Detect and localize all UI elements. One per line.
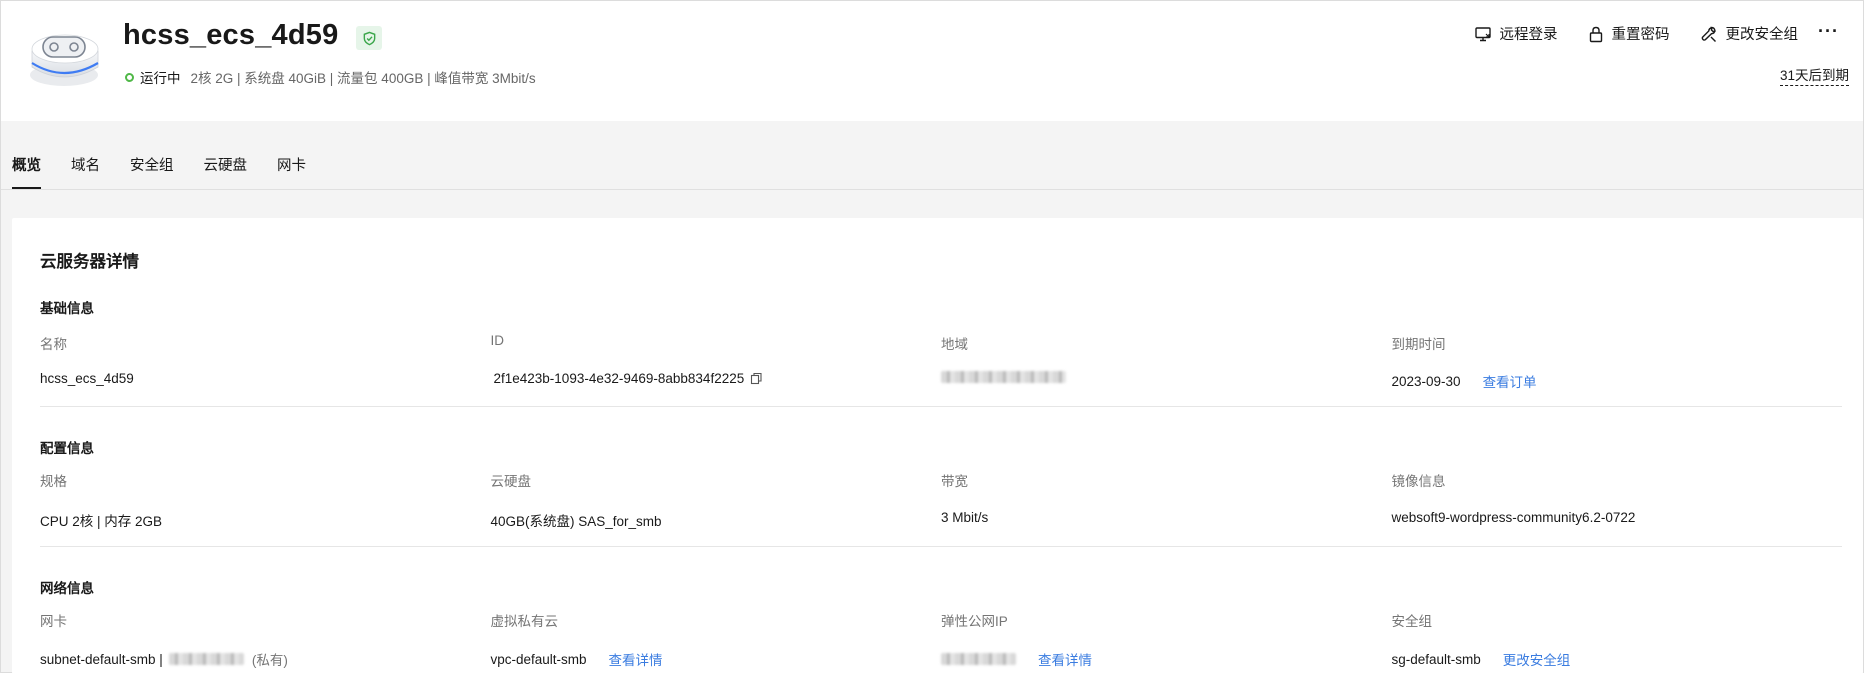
- monitor-icon: [1474, 26, 1491, 41]
- network-info-title: 网络信息: [40, 581, 94, 596]
- tab-bar: 概览 域名 安全组 云硬盘 网卡: [1, 121, 1863, 190]
- status-running-icon: [125, 72, 134, 82]
- image-label: 镜像信息: [1391, 474, 1446, 489]
- change-security-group-button[interactable]: 更改安全组: [1700, 23, 1798, 44]
- page: hcss_ecs_4d59 运行中 2核 2G | 系统盘 40GiB | 流量…: [0, 0, 1864, 673]
- spec-summary: 2核 2G | 系统盘 40GiB | 流量包 400GB | 峰值带宽 3Mb…: [190, 71, 536, 86]
- expire-label: 到期时间: [1391, 337, 1446, 352]
- change-sg-link[interactable]: 更改安全组: [1503, 649, 1571, 669]
- nic-value: subnet-default-smb |: [40, 651, 163, 667]
- server-detail-card: 云服务器详情 基础信息 名称 ID 地域 到期时间 hcss_ecs_4d59 …: [12, 218, 1863, 673]
- bandwidth-label: 带宽: [941, 474, 968, 489]
- eip-value-redacted: [941, 653, 1016, 665]
- lock-icon: [1589, 26, 1602, 42]
- card-title: 云服务器详情: [40, 253, 139, 271]
- id-value: 2f1e423b-1093-4e32-9469-8abb834f2225: [493, 371, 745, 386]
- status-line: 运行中 2核 2G | 系统盘 40GiB | 流量包 400GB | 峰值带宽…: [125, 67, 536, 87]
- security-shield-icon[interactable]: [356, 26, 382, 50]
- name-value: hcss_ecs_4d59: [40, 371, 134, 386]
- id-label: ID: [490, 333, 505, 348]
- tab-domain[interactable]: 域名: [71, 154, 100, 189]
- wrench-icon: [1701, 26, 1716, 42]
- spec-label: 规格: [40, 474, 67, 489]
- expire-value: 2023-09-30: [1391, 373, 1461, 389]
- reset-password-button[interactable]: 重置密码: [1588, 23, 1670, 44]
- config-info-title: 配置信息: [40, 441, 94, 456]
- disk-label: 云硬盘: [490, 474, 532, 489]
- vpc-value: vpc-default-smb: [490, 651, 587, 667]
- network-info-section: 网络信息 网卡 虚拟私有云 弹性公网IP 安全组 subnet-default-…: [40, 577, 1842, 669]
- status-text: 运行中: [140, 71, 181, 86]
- image-value: websoft9-wordpress-community6.2-0722: [1391, 510, 1636, 525]
- copy-icon[interactable]: [750, 372, 763, 385]
- basic-info-section: 基础信息 名称 ID 地域 到期时间 hcss_ecs_4d59 2f1e423…: [40, 297, 1842, 391]
- more-actions-button[interactable]: ···: [1818, 22, 1839, 42]
- vpc-label: 虚拟私有云: [490, 614, 559, 629]
- private-ip-redacted: [168, 653, 244, 665]
- basic-info-title: 基础信息: [40, 301, 94, 316]
- remote-login-button[interactable]: 远程登录: [1474, 23, 1558, 44]
- sg-label: 安全组: [1391, 614, 1433, 629]
- eip-details-link[interactable]: 查看详情: [1038, 649, 1092, 669]
- expire-countdown[interactable]: 31天后到期: [1779, 64, 1849, 86]
- nic-label: 网卡: [40, 614, 67, 629]
- eip-label: 弹性公网IP: [941, 614, 1008, 629]
- instance-header: hcss_ecs_4d59 运行中 2核 2G | 系统盘 40GiB | 流量…: [1, 1, 1863, 121]
- tab-overview[interactable]: 概览: [12, 154, 41, 189]
- server-icon: [30, 34, 99, 86]
- tab-cloud-disk[interactable]: 云硬盘: [204, 154, 248, 189]
- tab-nic[interactable]: 网卡: [277, 154, 306, 189]
- disk-value: 40GB(系统盘) SAS_for_smb: [490, 514, 662, 529]
- region-value-redacted: [941, 371, 1066, 383]
- name-label: 名称: [40, 337, 67, 352]
- divider: [40, 406, 1842, 407]
- view-order-link[interactable]: 查看订单: [1483, 371, 1537, 391]
- divider: [40, 546, 1842, 547]
- private-tag: (私有): [251, 653, 288, 668]
- instance-title: hcss_ecs_4d59: [123, 19, 339, 51]
- tab-security-group[interactable]: 安全组: [130, 154, 174, 189]
- spec-value: CPU 2核 | 内存 2GB: [40, 514, 163, 529]
- bandwidth-value: 3 Mbit/s: [941, 510, 989, 525]
- header-actions: 远程登录 重置密码 更改安全组 ···: [1444, 22, 1839, 44]
- region-label: 地域: [941, 337, 968, 352]
- config-info-section: 配置信息 规格 云硬盘 带宽 镜像信息 CPU 2核 | 内存 2GB 40GB…: [40, 437, 1842, 530]
- vpc-details-link[interactable]: 查看详情: [609, 649, 663, 669]
- sg-value: sg-default-smb: [1391, 651, 1481, 667]
